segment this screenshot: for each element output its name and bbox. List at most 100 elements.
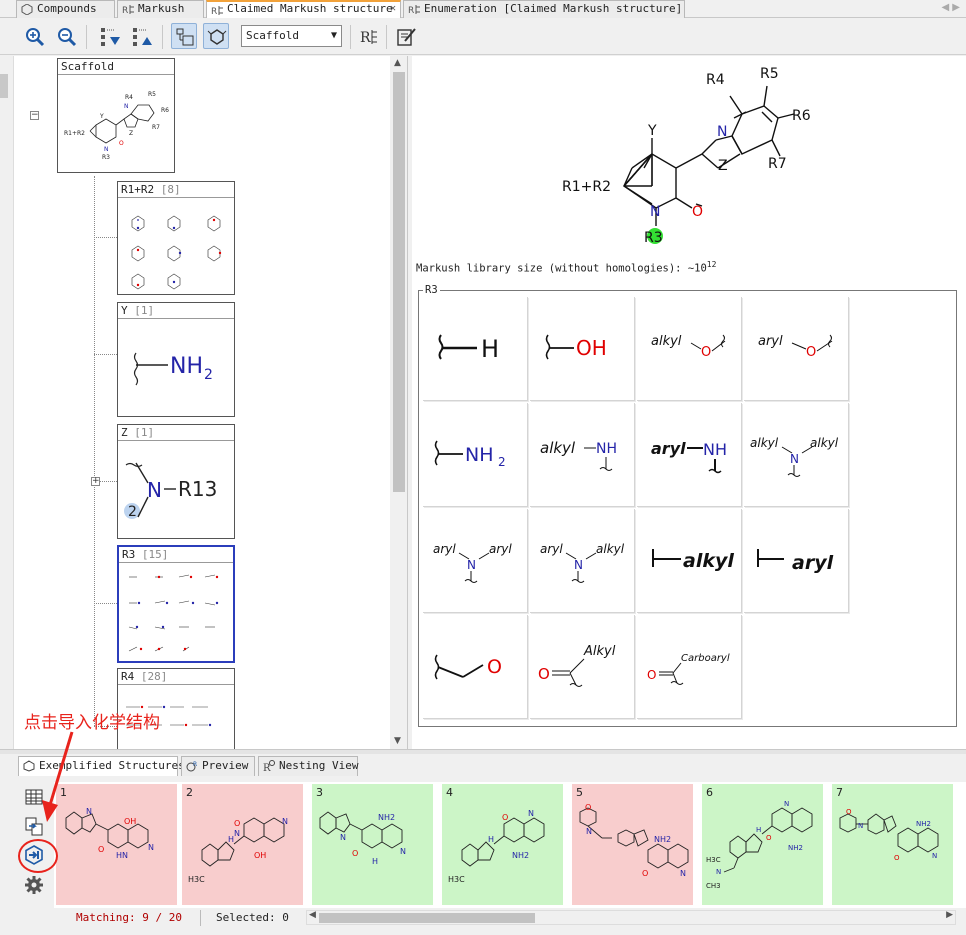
transfer-button[interactable]	[23, 815, 45, 837]
collapse-all-button[interactable]	[128, 23, 154, 49]
example-structure[interactable]: 2 H N O N OH H3C	[182, 784, 303, 905]
r-group-cell[interactable]: aryl Nalkyl	[530, 509, 635, 613]
y-group-structure: NH 2	[133, 352, 213, 386]
node-title: Scaffold	[58, 59, 174, 75]
tab-exemplified-structures[interactable]: Exemplified Structures	[18, 756, 185, 776]
scroll-up-icon[interactable]: ▲	[394, 58, 401, 68]
scroll-left-icon[interactable]: ◀	[309, 910, 316, 920]
tree-connector	[94, 354, 117, 355]
r-group-cell[interactable]: NH 2	[423, 403, 528, 507]
markush-scaffold-structure: Y R1+R2 N O R3 N Z R4 R5 R6 R7	[562, 66, 811, 246]
svg-text:N: N	[148, 843, 154, 852]
tree-node-r3[interactable]: R3 [15]	[117, 545, 235, 663]
tab-nesting-view[interactable]: R Nesting View	[258, 756, 358, 776]
expand-toggle[interactable]: +	[91, 477, 100, 486]
tree-node-y[interactable]: Y [1] NH 2	[117, 302, 235, 417]
r-group-cell[interactable]: alkyl NH	[530, 403, 635, 507]
r-group-cell[interactable]: O	[423, 615, 528, 719]
scroll-down-icon[interactable]: ▼	[394, 736, 401, 746]
svg-text:N: N	[784, 800, 789, 808]
svg-text:H: H	[756, 826, 761, 834]
tree-node-z[interactable]: Z [1] 2 N R13	[117, 424, 235, 539]
scrollbar-thumb[interactable]	[319, 913, 535, 923]
scrollbar-thumb[interactable]	[393, 72, 405, 492]
example-structure[interactable]: 5 O N NH2 O N	[572, 784, 693, 905]
scaffold-node[interactable]: Scaffold Y R1+R2 N O R3 N Z R4 R5 R6 R7	[57, 58, 175, 173]
svg-text:R4: R4	[706, 72, 725, 88]
tab-compounds[interactable]: Compounds	[16, 0, 115, 18]
settings-button[interactable]	[23, 874, 45, 896]
svg-text:2: 2	[204, 367, 213, 383]
svg-text:NH2: NH2	[654, 835, 671, 844]
r-group-cell[interactable]: alkyl Nalkyl	[744, 403, 849, 507]
nesting-view-icon: R	[263, 760, 275, 772]
zoom-out-button[interactable]	[53, 23, 79, 49]
examples-horizontal-scrollbar[interactable]: ◀ ▶	[306, 910, 956, 925]
example-structure[interactable]: 4 H N O NH2 H3C	[442, 784, 563, 905]
svg-text:aryl: aryl	[540, 542, 563, 556]
r-group-cell[interactable]: OH	[530, 297, 635, 401]
svg-text:aryl: aryl	[792, 552, 834, 574]
toolbar-separator	[350, 25, 351, 49]
svg-text:NH: NH	[170, 354, 203, 379]
r-group-cell[interactable]: aryl	[744, 509, 849, 613]
structure-view-button[interactable]	[203, 23, 229, 49]
svg-text:R7: R7	[152, 124, 160, 131]
status-bar: Matching: 9 / 20 Selected: 0 ◀ ▶	[54, 908, 966, 928]
svg-text:R: R	[211, 7, 217, 16]
gear-icon	[25, 876, 43, 894]
tree-connector	[94, 237, 117, 238]
example-structure[interactable]: 7 O N NH2 O N	[832, 784, 953, 905]
collapse-toggle[interactable]: −	[30, 111, 39, 120]
r-group-cell[interactable]: alkyl	[637, 509, 742, 613]
annotation-circle	[18, 839, 58, 873]
svg-text:NH2: NH2	[512, 851, 529, 860]
chevron-down-icon: ▼	[330, 30, 337, 41]
tree-node-r1r2[interactable]: R1+R2 [8]	[117, 181, 235, 295]
tab-claimed-markush[interactable]: R Claimed Markush structure ✕	[206, 0, 401, 18]
r-group-cell[interactable]: aryl NH	[637, 403, 742, 507]
r-group-cell[interactable]: alkyl O	[637, 297, 742, 401]
compounds-icon	[21, 4, 33, 15]
scaffold-dropdown-value: Scaffold	[246, 29, 299, 42]
edit-button[interactable]	[392, 23, 418, 49]
scroll-right-icon[interactable]: ▶	[946, 910, 953, 920]
example-structure[interactable]: 1 N OH HN O N	[56, 784, 177, 905]
r-group-cell[interactable]: aryl Naryl	[423, 509, 528, 613]
molecule-icon	[207, 29, 227, 45]
svg-text:OH: OH	[576, 336, 607, 360]
tab-label: Markush	[138, 2, 185, 15]
close-icon[interactable]: ✕	[390, 2, 396, 16]
scaffold-dropdown[interactable]: Scaffold ▼	[241, 25, 342, 47]
z-group-structure: 2 N R13	[124, 462, 217, 520]
tree-vertical-scrollbar[interactable]: ▲ ▼	[390, 56, 407, 749]
svg-text:R: R	[193, 761, 197, 768]
example-structure[interactable]: 6 H N O NH2 H3C N CH3	[702, 784, 823, 905]
example-structure[interactable]: 3 NH2 N O N H	[312, 784, 433, 905]
svg-text:H3C: H3C	[448, 875, 465, 884]
r-group-cell[interactable]: O Alkyl	[530, 615, 635, 719]
r-group-cell[interactable]: aryl O	[744, 297, 849, 401]
zoom-in-button[interactable]	[21, 23, 47, 49]
r-group-cell[interactable]: H	[423, 297, 528, 401]
svg-text:H: H	[481, 335, 499, 363]
svg-text:O: O	[642, 869, 648, 878]
svg-text:R6: R6	[792, 108, 811, 124]
tab-preview[interactable]: R Preview	[181, 756, 255, 776]
node-title: Z [1]	[118, 425, 234, 441]
svg-text:Y: Y	[647, 123, 657, 139]
tab-scroll-arrows[interactable]: ◀ ▶	[941, 0, 960, 16]
node-title: Y [1]	[118, 303, 234, 319]
expand-all-button[interactable]	[96, 23, 122, 49]
toolbar-separator	[162, 25, 163, 49]
r-group-button[interactable]: R	[355, 23, 381, 49]
tree-layout-button[interactable]	[171, 23, 197, 49]
r-group-panel: R3 H OH alkyl O aryl O NH 2 alkyl NH ary…	[418, 284, 957, 727]
table-view-button[interactable]	[23, 786, 45, 808]
edit-icon	[397, 28, 416, 46]
svg-text:aryl: aryl	[489, 542, 512, 556]
tab-markush[interactable]: R Markush	[117, 0, 204, 18]
r-group-cell[interactable]: O Carboaryl	[637, 615, 742, 719]
svg-text:R5: R5	[148, 91, 156, 98]
tab-enumeration[interactable]: R Enumeration [Claimed Markush structure…	[403, 0, 685, 18]
